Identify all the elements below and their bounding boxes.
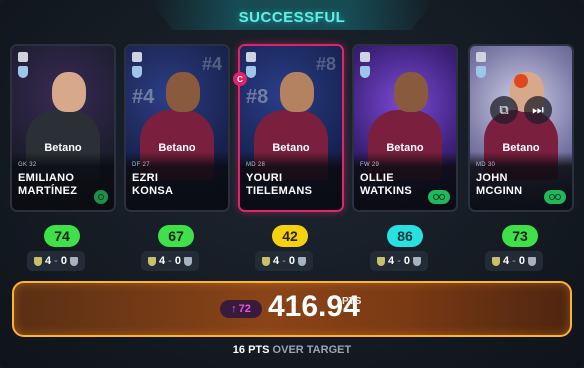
arrow-up-icon: ↑ (231, 303, 237, 315)
opponent-crest-icon (412, 256, 421, 266)
player-card-mcginn[interactable]: Betano MD 30 JOHN MCGINN (468, 44, 574, 212)
fixture-result: 4 - 0 (370, 251, 428, 271)
points-delta-badge: ↑ 72 (220, 300, 262, 318)
player-first-name: OLLIE (360, 172, 394, 184)
premier-league-icon (246, 52, 256, 62)
premier-league-icon (18, 52, 28, 62)
opponent-crest-icon (183, 256, 192, 266)
player-first-name: EZRI (132, 172, 159, 184)
player-card-tielemans[interactable]: #8 #8 Betano MD 28 YOURI TIELEMANS (238, 44, 344, 212)
fixture-result: 4 - 0 (255, 251, 313, 271)
club-crest-icon (377, 256, 386, 266)
player-card-watkins[interactable]: Betano FW 29 OLLIE WATKINS (352, 44, 458, 212)
player-meta: MD 30 (476, 162, 496, 168)
captain-badge: C (233, 72, 247, 86)
score-pill: 74 (44, 225, 80, 247)
premier-league-icon (132, 52, 142, 62)
points-unit: PTS (342, 296, 362, 307)
perk-icon (94, 190, 108, 204)
opponent-crest-icon (297, 256, 306, 266)
score-pill: 86 (387, 225, 423, 247)
player-first-name: JOHN (476, 172, 508, 184)
opponent-crest-icon (69, 256, 78, 266)
target-suffix: OVER TARGET (272, 344, 352, 356)
card-info: FW 29 OLLIE WATKINS (354, 152, 456, 210)
card-info: GK 32 EMILIANO MARTÍNEZ (12, 152, 114, 210)
club-crest-icon (148, 256, 157, 266)
target-margin: 16 PTS (232, 344, 270, 356)
player-card-martinez[interactable]: Betano GK 32 EMILIANO MARTÍNEZ (10, 44, 116, 212)
player-card-konsa[interactable]: #4 #4 Betano DF 27 EZRI KONSA (124, 44, 230, 212)
fixture-result: 4 - 0 (27, 251, 85, 271)
club-crest-icon (262, 256, 271, 266)
player-last-name: TIELEMANS (246, 185, 313, 197)
premier-league-icon (360, 52, 370, 62)
player-meta: GK 32 (18, 162, 37, 168)
header: SUCCESSFUL (0, 0, 584, 34)
club-crest-icon (492, 256, 501, 266)
player-meta: FW 29 (360, 162, 380, 168)
player-last-name: MCGINN (476, 185, 523, 197)
player-meta: MD 28 (246, 162, 266, 168)
result-title: SUCCESSFUL (238, 8, 346, 26)
fixture-result: 4 - 0 (141, 251, 199, 271)
fast-forward-icon[interactable]: ⏭ (524, 96, 552, 124)
card-info: MD 30 JOHN MCGINN (470, 152, 572, 210)
controller-perk-icon (428, 190, 450, 204)
opponent-crest-icon (527, 256, 536, 266)
card-info: DF 27 EZRI KONSA (126, 152, 228, 210)
club-crest-icon (34, 256, 43, 266)
score-pill: 67 (158, 225, 194, 247)
premier-league-icon (476, 52, 486, 62)
score-pill: 42 (272, 225, 308, 247)
boost-perk-icon (544, 190, 566, 204)
player-last-name: WATKINS (360, 185, 413, 197)
player-first-name: YOURI (246, 172, 283, 184)
card-info: MD 28 YOURI TIELEMANS (240, 152, 342, 210)
player-last-name: KONSA (132, 185, 174, 197)
player-meta: DF 27 (132, 162, 150, 168)
copy-icon[interactable]: ⧉ (490, 96, 518, 124)
target-summary: 16 PTS OVER TARGET (0, 344, 584, 356)
player-first-name: EMILIANO (18, 172, 75, 184)
score-pill: 73 (502, 225, 538, 247)
player-last-name: MARTÍNEZ (18, 185, 78, 197)
fixture-result: 4 - 0 (485, 251, 543, 271)
flag-badge-icon (514, 74, 528, 88)
